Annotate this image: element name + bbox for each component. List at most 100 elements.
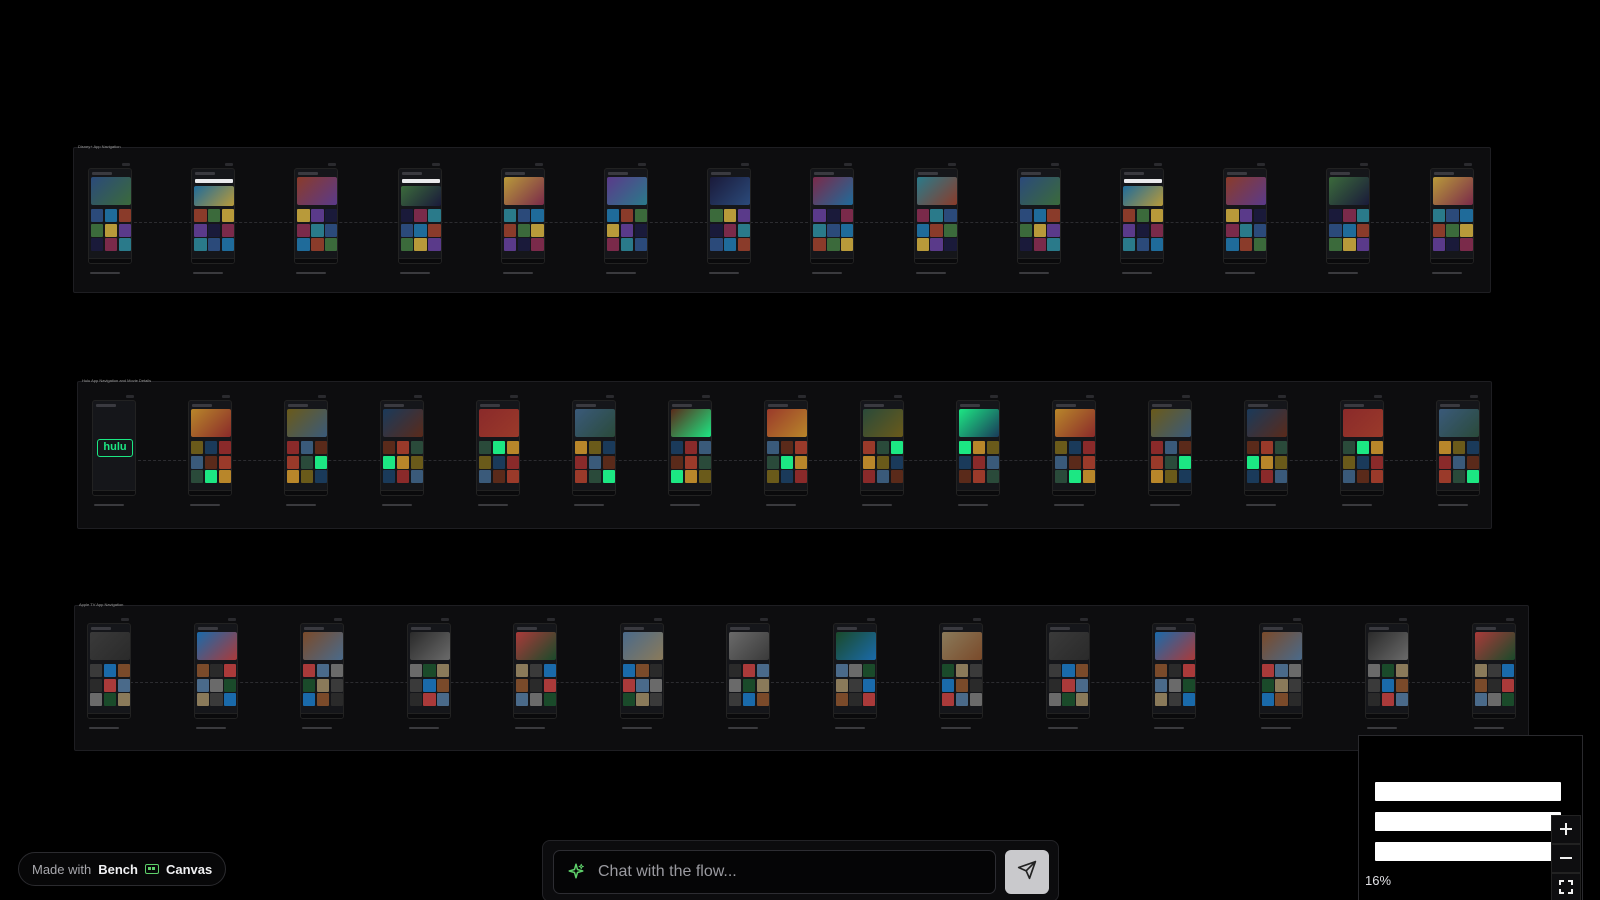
flow-screen-thumbnail[interactable] [956, 395, 1000, 506]
screen-menu-handle[interactable] [1360, 163, 1369, 166]
screen-menu-handle[interactable] [334, 618, 342, 621]
flow-screen-thumbnail[interactable] [668, 395, 712, 506]
flow-screen-thumbnail[interactable] [1120, 163, 1164, 274]
flow-screen-thumbnail[interactable] [1365, 618, 1409, 729]
flow-screen-thumbnail[interactable] [619, 618, 664, 729]
screen-menu-handle[interactable] [1374, 395, 1382, 398]
flow-screen-thumbnail[interactable] [913, 163, 958, 274]
flow-screen-thumbnail[interactable] [87, 618, 131, 729]
screen-menu-handle[interactable] [1050, 163, 1059, 166]
flow-screen-thumbnail[interactable] [1244, 395, 1288, 506]
screen-menu-handle[interactable] [1182, 395, 1190, 398]
flow-screen-thumbnail[interactable]: hulu [92, 395, 136, 506]
screen-menu-handle[interactable] [1257, 163, 1266, 166]
flow-screen-thumbnail[interactable] [1429, 163, 1474, 274]
flow-screen-thumbnail[interactable] [1052, 395, 1096, 506]
screen-menu-handle[interactable] [510, 395, 518, 398]
minimap-flow-hulu[interactable] [1375, 812, 1561, 831]
zoom-in-button[interactable] [1551, 815, 1581, 844]
flow-screen-thumbnail[interactable] [1152, 618, 1196, 729]
flow-screen-thumbnail[interactable] [500, 163, 545, 274]
screen-menu-handle[interactable] [1278, 395, 1286, 398]
screen-menu-handle[interactable] [947, 163, 956, 166]
flow-screen-thumbnail[interactable] [860, 395, 904, 506]
screen-menu-handle[interactable] [440, 618, 449, 621]
screen-menu-handle[interactable] [122, 163, 130, 166]
screen-menu-handle[interactable] [973, 618, 981, 621]
screen-menu-handle[interactable] [1470, 395, 1478, 398]
flow-screen-thumbnail[interactable] [88, 163, 132, 274]
screen-menu-handle[interactable] [760, 618, 768, 621]
flow-screen-thumbnail[interactable] [1258, 618, 1303, 729]
screen-menu-handle[interactable] [1154, 163, 1162, 166]
flow-canvas[interactable]: Disney+ App Navigation Hulu App Navigati… [0, 0, 1600, 900]
send-button[interactable] [1005, 850, 1049, 894]
flow-screen-thumbnail[interactable] [191, 163, 236, 274]
flow-screen-thumbnail[interactable] [193, 618, 238, 729]
minimap[interactable]: 16% [1358, 735, 1583, 900]
screen-menu-handle[interactable] [653, 618, 662, 621]
screen-menu-handle[interactable] [866, 618, 875, 621]
screen-menu-handle[interactable] [894, 395, 902, 398]
screen-menu-handle[interactable] [126, 395, 134, 398]
minimap-flow-disney[interactable] [1375, 782, 1561, 801]
flow-screen-thumbnail[interactable] [810, 163, 855, 274]
screen-menu-handle[interactable] [844, 163, 853, 166]
flow-screen-thumbnail[interactable] [1471, 618, 1516, 729]
screen-menu-handle[interactable] [1086, 395, 1094, 398]
flow-screen-thumbnail[interactable] [380, 395, 424, 506]
flow-screen-thumbnail[interactable] [1340, 395, 1384, 506]
flow-screen-thumbnail[interactable] [1016, 163, 1061, 274]
flow-screen-thumbnail[interactable] [604, 163, 648, 274]
flow-screen-thumbnail[interactable] [707, 163, 752, 274]
fit-view-button[interactable] [1551, 873, 1581, 900]
screen-menu-handle[interactable] [1399, 618, 1407, 621]
screen-menu-handle[interactable] [1292, 618, 1301, 621]
screen-menu-handle[interactable] [328, 163, 337, 166]
flow-screen-thumbnail[interactable] [397, 163, 442, 274]
flow-screen-thumbnail[interactable] [1326, 163, 1371, 274]
flow-group-disney[interactable]: Disney+ App Navigation [73, 144, 1491, 293]
screen-menu-handle[interactable] [121, 618, 129, 621]
flow-screen-thumbnail[interactable] [764, 395, 808, 506]
screen-menu-handle[interactable] [1505, 618, 1514, 621]
zoom-out-button[interactable] [1551, 844, 1581, 873]
screen-menu-handle[interactable] [702, 395, 710, 398]
screen-menu-handle[interactable] [222, 395, 230, 398]
flow-group-appletv[interactable]: Apple TV App Navigation [74, 602, 1529, 751]
flow-screen-thumbnail[interactable] [406, 618, 451, 729]
flow-screen-thumbnail[interactable] [294, 163, 339, 274]
flow-screen-thumbnail[interactable] [284, 395, 328, 506]
screen-menu-handle[interactable] [431, 163, 440, 166]
flow-screen-thumbnail[interactable] [1045, 618, 1090, 729]
screen-menu-handle[interactable] [225, 163, 234, 166]
chat-input-box[interactable] [553, 850, 996, 894]
made-with-badge[interactable]: Made with Bench Canvas [18, 852, 227, 886]
screen-menu-handle[interactable] [638, 163, 646, 166]
flow-screen-thumbnail[interactable] [1436, 395, 1480, 506]
screen-menu-handle[interactable] [318, 395, 326, 398]
flow-screen-thumbnail[interactable] [726, 618, 770, 729]
screen-menu-handle[interactable] [606, 395, 614, 398]
flow-screen-thumbnail[interactable] [832, 618, 877, 729]
screen-menu-handle[interactable] [414, 395, 422, 398]
screen-menu-handle[interactable] [990, 395, 998, 398]
flow-screen-thumbnail[interactable] [1223, 163, 1268, 274]
flow-screen-thumbnail[interactable] [300, 618, 344, 729]
screen-menu-handle[interactable] [1186, 618, 1194, 621]
screen-menu-handle[interactable] [534, 163, 543, 166]
flow-screen-thumbnail[interactable] [572, 395, 616, 506]
minimap-flow-appletv[interactable] [1375, 842, 1561, 861]
flow-screen-thumbnail[interactable] [1148, 395, 1192, 506]
screen-menu-handle[interactable] [798, 395, 806, 398]
screen-menu-handle[interactable] [741, 163, 750, 166]
flow-screen-thumbnail[interactable] [513, 618, 557, 729]
screen-menu-handle[interactable] [227, 618, 236, 621]
flow-screen-thumbnail[interactable] [188, 395, 232, 506]
flow-group-hulu[interactable]: Hulu App Navigation and Movie Details hu… [77, 378, 1492, 529]
screen-menu-handle[interactable] [1079, 618, 1088, 621]
flow-screen-thumbnail[interactable] [476, 395, 520, 506]
screen-menu-handle[interactable] [1463, 163, 1472, 166]
screen-menu-handle[interactable] [547, 618, 555, 621]
flow-screen-thumbnail[interactable] [939, 618, 983, 729]
